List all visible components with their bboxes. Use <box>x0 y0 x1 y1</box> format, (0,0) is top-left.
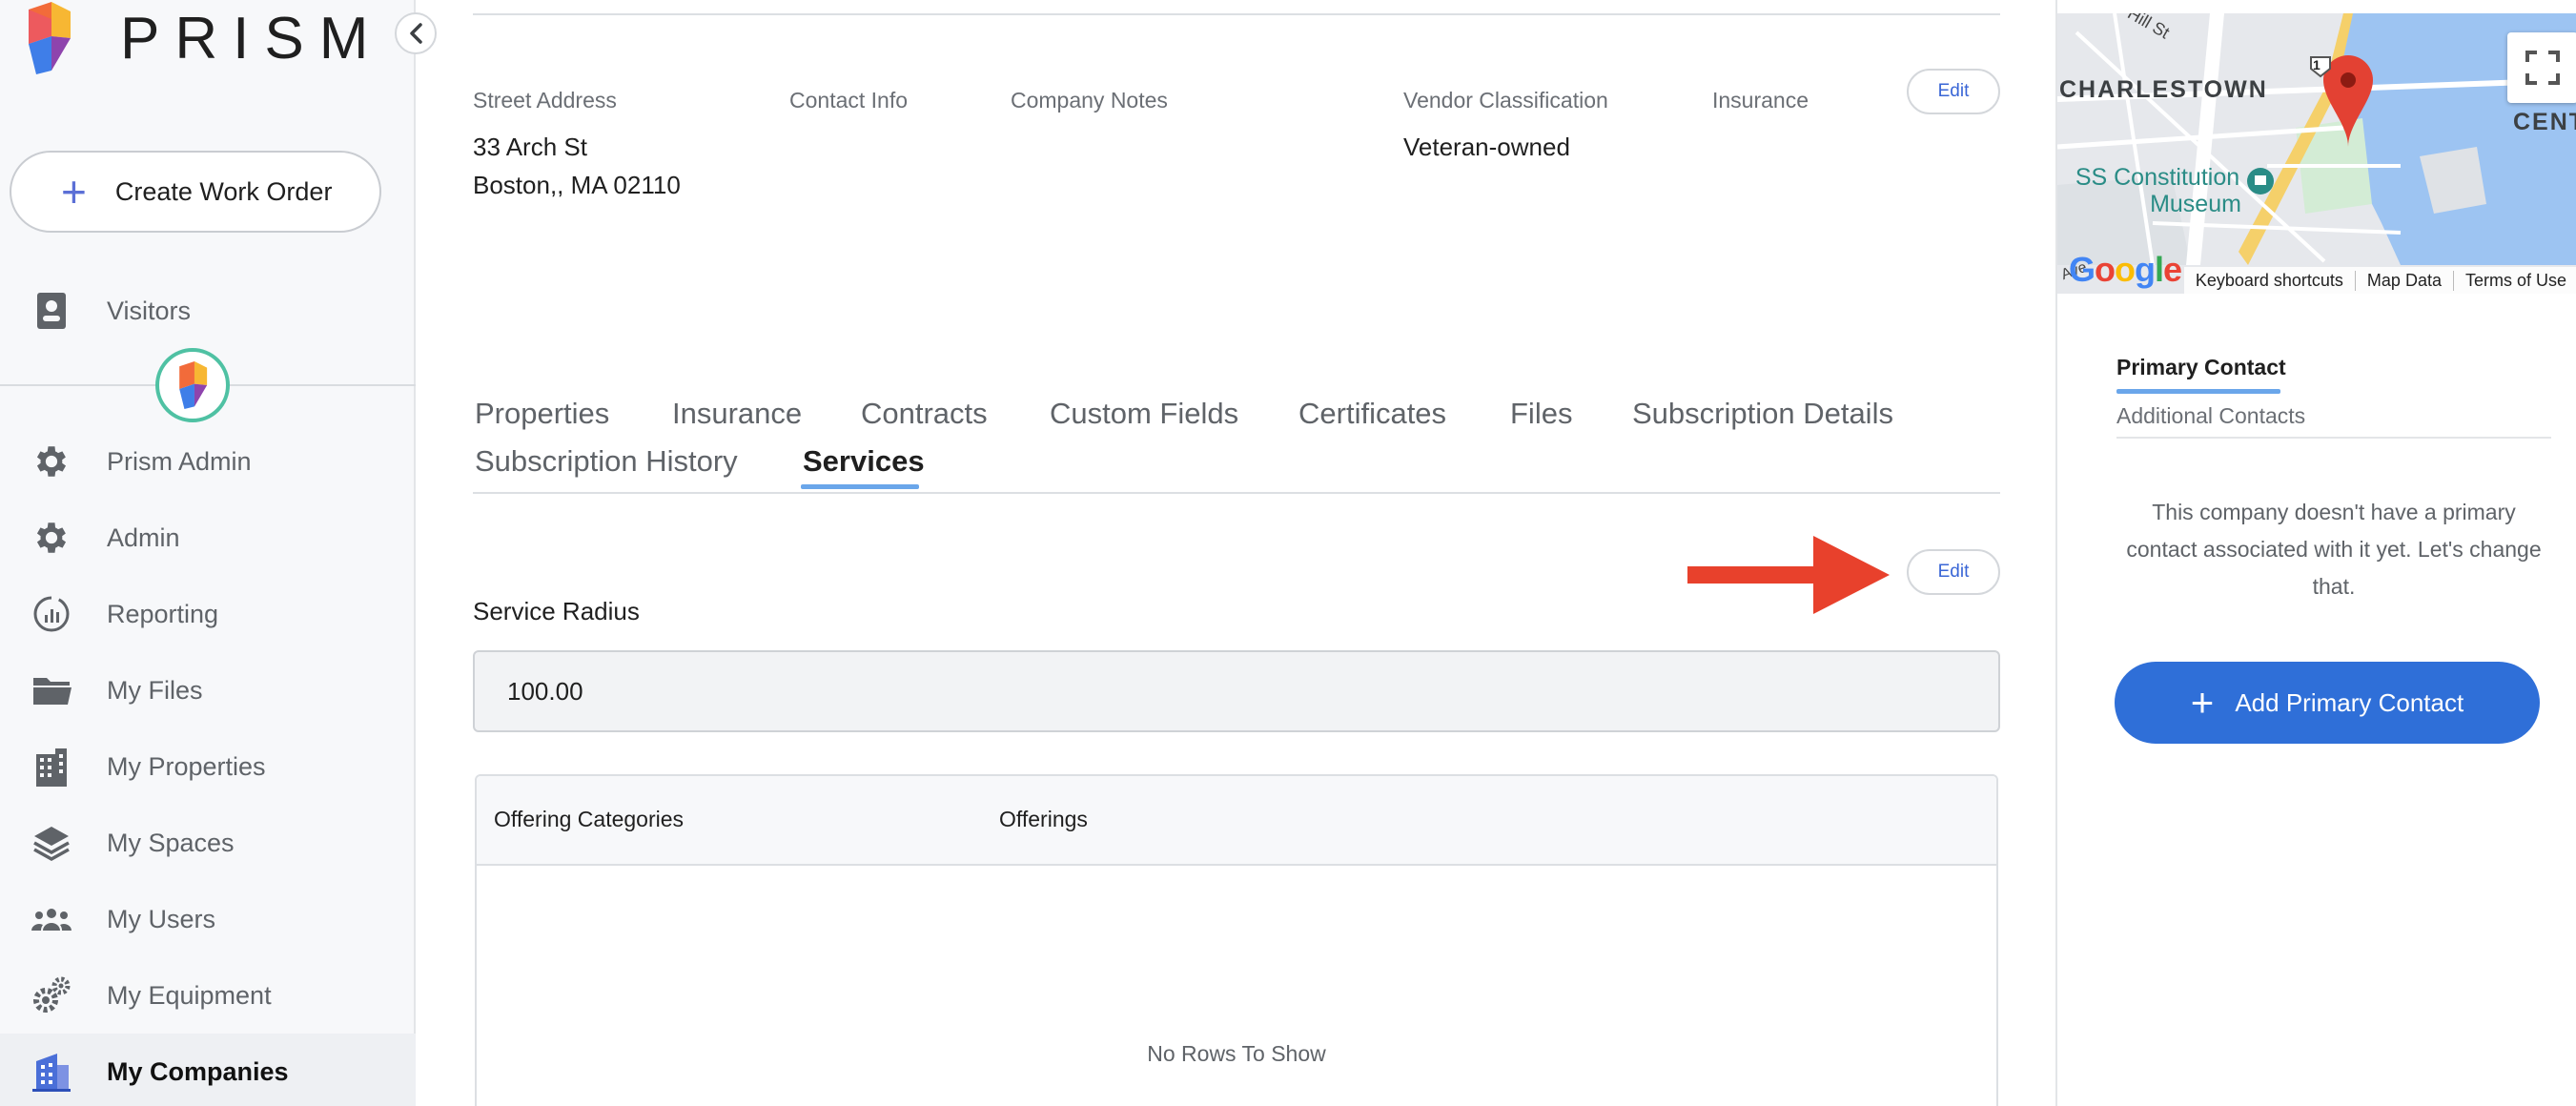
brand-logo[interactable]: PRISM <box>25 0 383 76</box>
collapse-sidebar-button[interactable] <box>395 12 437 54</box>
prism-logo-icon <box>179 361 208 409</box>
sidebar-item-my-spaces[interactable]: My Spaces <box>0 805 416 881</box>
no-primary-contact-message: This company doesn't have a primary cont… <box>2126 500 2542 599</box>
sidebar-item-label: My Files <box>107 675 203 705</box>
table-header: Offering Categories Offerings <box>477 776 1996 866</box>
gears-icon <box>31 974 72 1016</box>
map-data-link[interactable]: Map Data <box>2354 270 2453 291</box>
chart-circle-icon <box>31 593 72 635</box>
sidebar-item-label: My Users <box>107 904 215 933</box>
add-primary-contact-label: Add Primary Contact <box>2235 687 2464 717</box>
sidebar-item-label: Reporting <box>107 599 219 628</box>
fullscreen-icon <box>2525 51 2560 85</box>
sidebar-item-label: My Companies <box>107 1056 289 1086</box>
tab-additional-contacts[interactable]: Additional Contacts <box>2116 403 2305 429</box>
sidebar: PRISM + Create Work Order Visitors Prism… <box>0 0 416 1106</box>
prism-logo-icon <box>29 2 71 74</box>
sidebar-item-label: Prism Admin <box>107 446 252 476</box>
sidebar-item-admin[interactable]: Admin <box>0 500 416 576</box>
users-icon <box>31 898 72 940</box>
map-route-number: 1 <box>2313 57 2320 72</box>
street-address-line1: 33 Arch St <box>473 133 587 161</box>
map-label-central: CENTRA <box>2513 109 2576 135</box>
red-arrow-icon <box>1687 536 1890 614</box>
tabs-divider <box>473 492 2000 494</box>
company-info-edit-button[interactable]: Edit <box>1907 69 2000 114</box>
sidebar-item-prism-admin[interactable]: Prism Admin <box>0 423 416 500</box>
badge-icon <box>31 290 72 332</box>
sidebar-item-my-equipment[interactable]: My Equipment <box>0 957 416 1034</box>
street-address-line2: Boston,, MA 02110 <box>473 171 681 199</box>
sidebar-item-my-properties[interactable]: My Properties <box>0 728 416 805</box>
company-notes-label: Company Notes <box>1011 88 1168 113</box>
tab-contracts[interactable]: Contracts <box>861 397 988 431</box>
create-work-order-label: Create Work Order <box>114 176 333 206</box>
tab-services[interactable]: Services <box>803 444 925 479</box>
add-primary-contact-button[interactable]: + Add Primary Contact <box>2115 662 2540 744</box>
vendor-classification-label: Vendor Classification <box>1403 88 1608 113</box>
brand-name: PRISM <box>120 5 384 72</box>
map-fullscreen-button[interactable] <box>2507 32 2576 103</box>
column-header-offerings[interactable]: Offerings <box>999 807 1088 832</box>
avatar[interactable] <box>155 348 230 422</box>
service-radius-value: 100.00 <box>507 676 583 706</box>
sidebar-item-label: Admin <box>107 522 180 552</box>
sidebar-item-label: My Properties <box>107 751 266 781</box>
sidebar-item-my-companies[interactable]: My Companies <box>0 1034 416 1106</box>
sidebar-item-label: My Spaces <box>107 828 235 857</box>
google-logo: Google <box>2069 250 2182 289</box>
contact-tabs-divider <box>2116 437 2551 439</box>
chevron-left-icon <box>410 23 422 44</box>
service-radius-label: Service Radius <box>473 597 640 625</box>
insurance-label: Insurance <box>1712 88 1809 113</box>
sidebar-item-visitors[interactable]: Visitors <box>0 273 416 349</box>
sidebar-item-my-files[interactable]: My Files <box>0 652 416 728</box>
street-address-label: Street Address <box>473 88 617 113</box>
sidebar-item-my-users[interactable]: My Users <box>0 881 416 957</box>
company-icon <box>31 1051 72 1093</box>
plus-icon: + <box>2190 680 2215 725</box>
column-header-offering-categories[interactable]: Offering Categories <box>494 807 684 832</box>
top-divider <box>473 13 2000 15</box>
vendor-classification-value: Veteran-owned <box>1403 133 1570 161</box>
tab-files[interactable]: Files <box>1510 397 1572 431</box>
tab-primary-contact[interactable]: Primary Contact <box>2116 355 2286 380</box>
contact-info-label: Contact Info <box>789 88 909 113</box>
tab-subscription-details[interactable]: Subscription Details <box>1632 397 1893 431</box>
tab-certificates[interactable]: Certificates <box>1298 397 1446 431</box>
right-panel: CHARLESTOWN CENTRA 1 Hill St Ave SS Cons… <box>2055 0 2576 1106</box>
service-radius-field[interactable]: 100.00 <box>473 650 2000 732</box>
sidebar-item-reporting[interactable]: Reporting <box>0 576 416 652</box>
terms-of-use-link[interactable]: Terms of Use <box>2452 270 2576 291</box>
keyboard-shortcuts-link[interactable]: Keyboard shortcuts <box>2184 271 2355 291</box>
layers-icon <box>31 822 72 864</box>
tab-insurance[interactable]: Insurance <box>672 397 802 431</box>
plus-icon: + <box>61 167 87 216</box>
gear-icon <box>31 440 72 482</box>
folder-icon <box>31 669 72 711</box>
location-map[interactable]: CHARLESTOWN CENTRA 1 Hill St Ave SS Cons… <box>2057 13 2576 294</box>
empty-table-message: No Rows To Show <box>1147 1041 1326 1066</box>
tab-properties[interactable]: Properties <box>475 397 609 431</box>
sidebar-item-label: My Equipment <box>107 980 272 1010</box>
active-tab-indicator <box>801 484 919 489</box>
offerings-table: Offering Categories Offerings No Rows To… <box>475 774 1998 1106</box>
building-icon <box>31 746 72 788</box>
tab-subscription-history[interactable]: Subscription History <box>475 444 738 479</box>
map-label-museum: SS Constitution Museum <box>2075 164 2241 217</box>
tab-custom-fields[interactable]: Custom Fields <box>1050 397 1238 431</box>
active-contact-tab-indicator <box>2116 389 2280 394</box>
map-label-charlestown: CHARLESTOWN <box>2059 76 2268 103</box>
map-attribution: Keyboard shortcuts Map Data Terms of Use <box>2183 267 2576 294</box>
create-work-order-button[interactable]: + Create Work Order <box>10 151 381 233</box>
gear-icon <box>31 517 72 559</box>
services-edit-button[interactable]: Edit <box>1907 549 2000 595</box>
sidebar-item-label: Visitors <box>107 296 192 325</box>
